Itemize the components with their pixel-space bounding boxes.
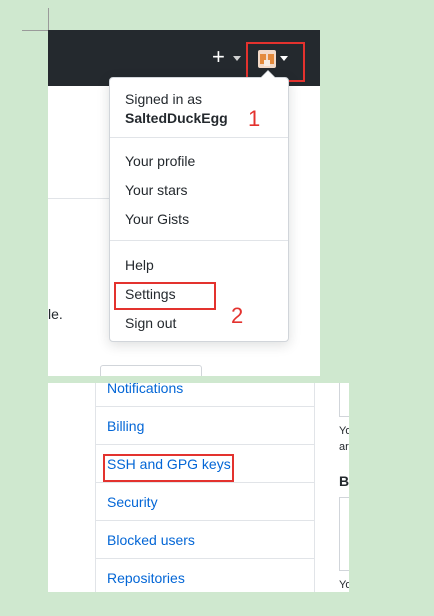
background-text-fragment: le. [48,306,63,322]
side-text-fragment: ar [339,441,349,453]
background-input-fragment [100,365,202,376]
highlight-box-settings [114,282,216,310]
settings-item-notifications[interactable]: Notifications [96,383,314,407]
bottom-screenshot-panel: Notifications Billing SSH and GPG keys S… [48,383,349,592]
side-text-fragment: Yo [339,579,349,591]
menu-item-sign-out[interactable]: Sign out [125,315,176,331]
highlight-box-ssh-keys [103,454,234,482]
dropdown-divider [110,240,288,241]
settings-item-blocked-users[interactable]: Blocked users [96,521,314,559]
crop-line-vertical [48,8,49,30]
side-panel-box [339,383,349,417]
settings-sidebar-menu: Notifications Billing SSH and GPG keys S… [95,383,315,592]
plus-icon[interactable]: + [212,46,225,68]
user-dropdown-menu: Signed in as SaltedDuckEgg 1 Your profil… [109,70,289,342]
menu-item-your-profile[interactable]: Your profile [125,153,195,169]
dropdown-pointer-inner [261,71,275,78]
background-divider [48,198,110,199]
signed-in-label: Signed in as [125,91,203,107]
annotation-step-1: 1 [248,106,261,131]
side-panel-box [339,497,349,571]
crop-line-horizontal [22,30,48,31]
signed-in-username: SaltedDuckEgg [125,110,228,126]
side-heading-fragment: B [339,473,349,489]
annotation-step-2: 2 [231,303,244,328]
settings-item-billing[interactable]: Billing [96,407,314,445]
menu-item-your-stars[interactable]: Your stars [125,182,188,198]
menu-item-your-gists[interactable]: Your Gists [125,211,189,227]
settings-item-security[interactable]: Security [96,483,314,521]
settings-item-repositories[interactable]: Repositories [96,559,314,592]
side-text-fragment: Yo [339,425,349,437]
menu-item-help[interactable]: Help [125,257,154,273]
dropdown-divider [110,137,288,138]
chevron-down-icon [233,56,241,61]
